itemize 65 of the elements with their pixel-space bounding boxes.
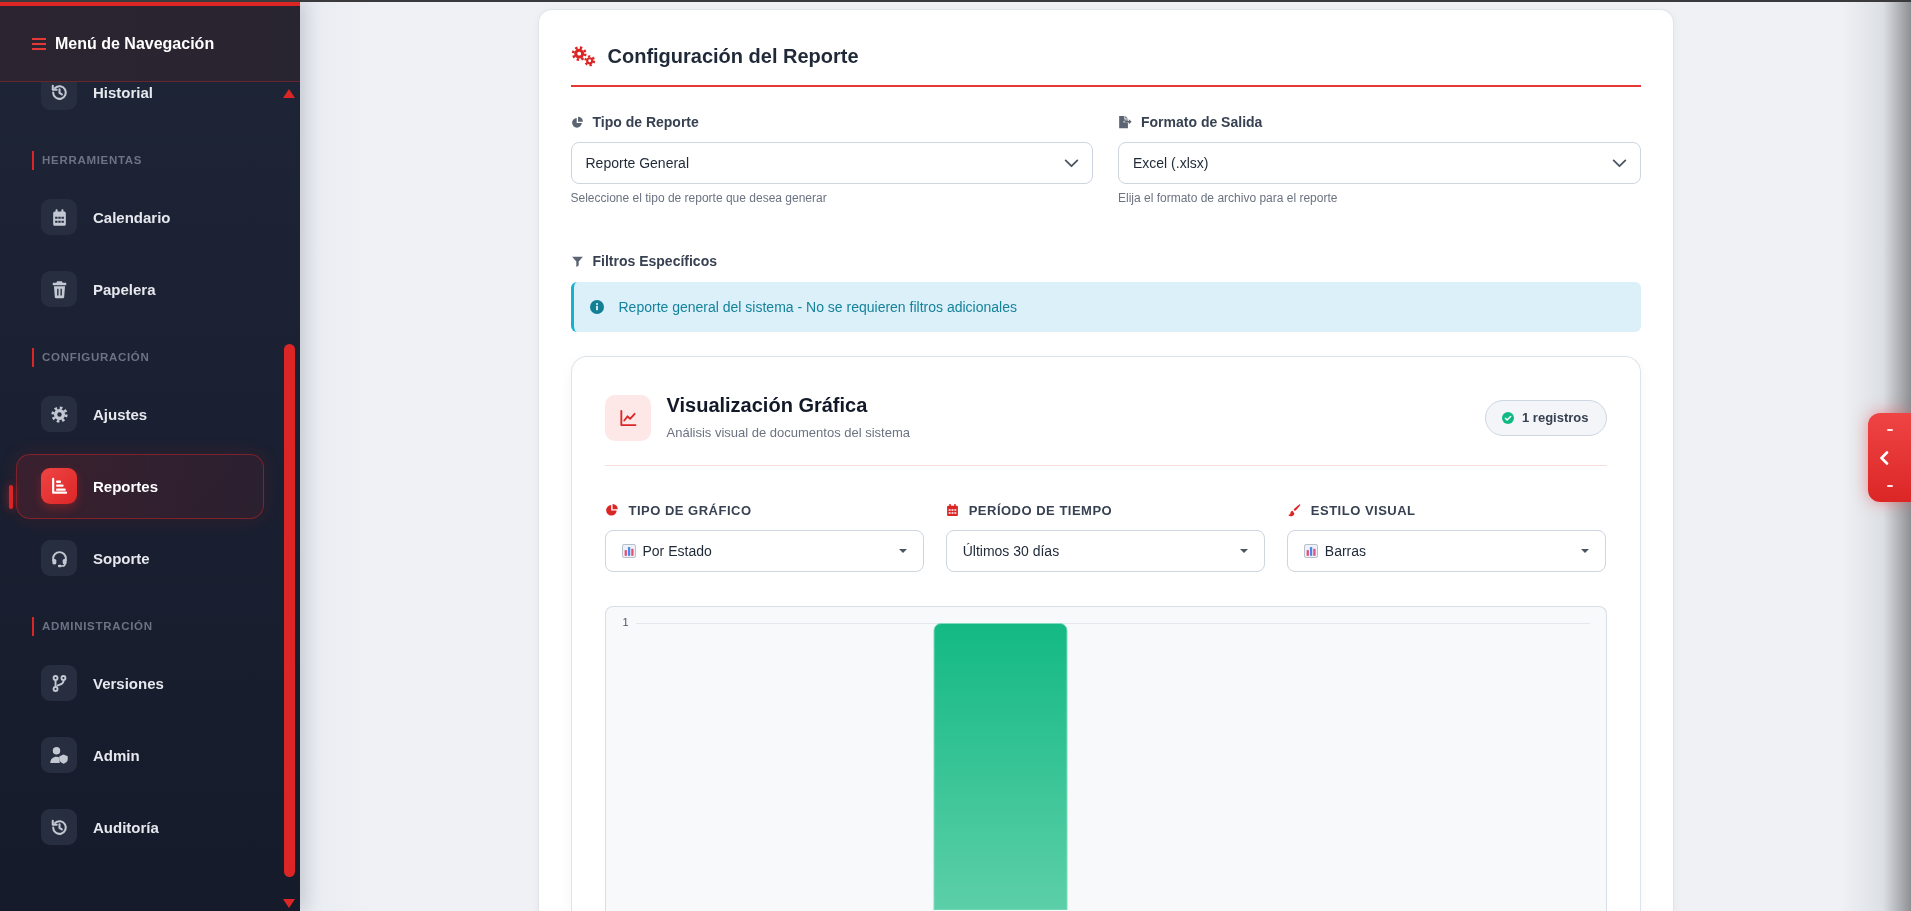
- headset-icon: [41, 540, 77, 576]
- settings-icon: [41, 396, 77, 432]
- help-text: Elija el formato de archivo para el reporte: [1118, 190, 1339, 206]
- nav-item[interactable]: Auditoría: [16, 794, 264, 860]
- chevron-down-icon: [1064, 158, 1079, 168]
- pie-chart-icon: [604, 503, 619, 517]
- active-indicator: [9, 484, 13, 509]
- user-shield-icon: [41, 737, 77, 773]
- filter-icon: [570, 254, 584, 268]
- sidebar-title: Menú de Navegación: [55, 34, 215, 53]
- nav-item[interactable]: Historial: [16, 82, 264, 125]
- pie-chart-icon: [570, 115, 584, 129]
- dropdown[interactable]: Por Estado: [604, 530, 925, 572]
- section-label: CONFIGURACIÓN: [32, 347, 150, 367]
- caret-down-icon: [1581, 549, 1590, 553]
- bar-chart-icon: [621, 544, 636, 558]
- file-export-icon: [1118, 115, 1132, 129]
- branch-icon: [41, 665, 77, 701]
- trash-icon: [41, 271, 77, 307]
- scroll-up-icon[interactable]: [283, 89, 295, 98]
- nav-item[interactable]: Ajustes: [16, 381, 264, 447]
- control-label: TIPO DE GRÁFICO: [628, 502, 752, 518]
- badge-text: 1 registros: [1522, 410, 1589, 425]
- section-label: ADMINISTRACIÓN: [32, 616, 153, 636]
- dropdown[interactable]: Reporte General: [570, 142, 1093, 184]
- scrollbar-thumb[interactable]: [284, 344, 295, 877]
- section-label: HERRAMIENTAS: [32, 150, 143, 170]
- info-icon: [589, 300, 604, 314]
- control-label: ESTILO VISUAL: [1310, 502, 1416, 518]
- dropdown[interactable]: Barras: [1286, 530, 1607, 572]
- nav-item[interactable]: Calendario: [16, 184, 264, 250]
- dropdown[interactable]: Excel (.xlsx): [1118, 142, 1641, 184]
- caret-down-icon: [1240, 549, 1249, 553]
- history-icon: [41, 809, 77, 845]
- calendar-icon: [41, 199, 77, 235]
- alert-text: Reporte general del sistema - No se requieren filtros adicionales: [618, 299, 1017, 315]
- section-label: Filtros Específicos: [592, 253, 717, 269]
- nav-item[interactable]: Papelera: [16, 256, 264, 322]
- axis-tick-label: 1: [622, 615, 629, 629]
- bar-chart-icon: [1303, 544, 1318, 558]
- field-label: Tipo de Reporte: [592, 114, 699, 130]
- scroll-down-icon[interactable]: [283, 899, 295, 908]
- chart-card-subtitle: Análisis visual de documentos del sistema: [666, 425, 910, 441]
- line-chart-icon: [604, 394, 651, 441]
- chevron-left-icon: [1878, 451, 1889, 465]
- chevron-down-icon: [1611, 158, 1627, 168]
- paint-brush-icon: [1286, 503, 1301, 517]
- caret-down-icon: [899, 549, 908, 553]
- check-circle-icon: [1502, 411, 1514, 424]
- dropdown[interactable]: Últimos 30 días: [945, 530, 1266, 572]
- field-label: Formato de Salida: [1141, 114, 1263, 130]
- help-text: Seleccione el tipo de reporte que desea generar: [570, 190, 828, 206]
- history-icon: [41, 82, 77, 110]
- nav-item[interactable]: Admin: [16, 722, 264, 788]
- calendar-icon: [945, 503, 959, 517]
- bar-chart-icon: [41, 468, 77, 504]
- control-label: PERÍODO DE TIEMPO: [968, 502, 1113, 518]
- menu-icon[interactable]: [32, 37, 46, 50]
- nav-item[interactable]: Soporte: [16, 525, 264, 591]
- side-panel-tab[interactable]: [1868, 413, 1911, 502]
- gears-icon: [570, 45, 596, 67]
- chart-card-title: Visualización Gráfica: [666, 394, 869, 416]
- nav-item[interactable]: Versiones: [16, 650, 264, 716]
- card-title: Configuración del Reporte: [607, 44, 859, 68]
- nav-item[interactable]: Reportes: [16, 453, 264, 519]
